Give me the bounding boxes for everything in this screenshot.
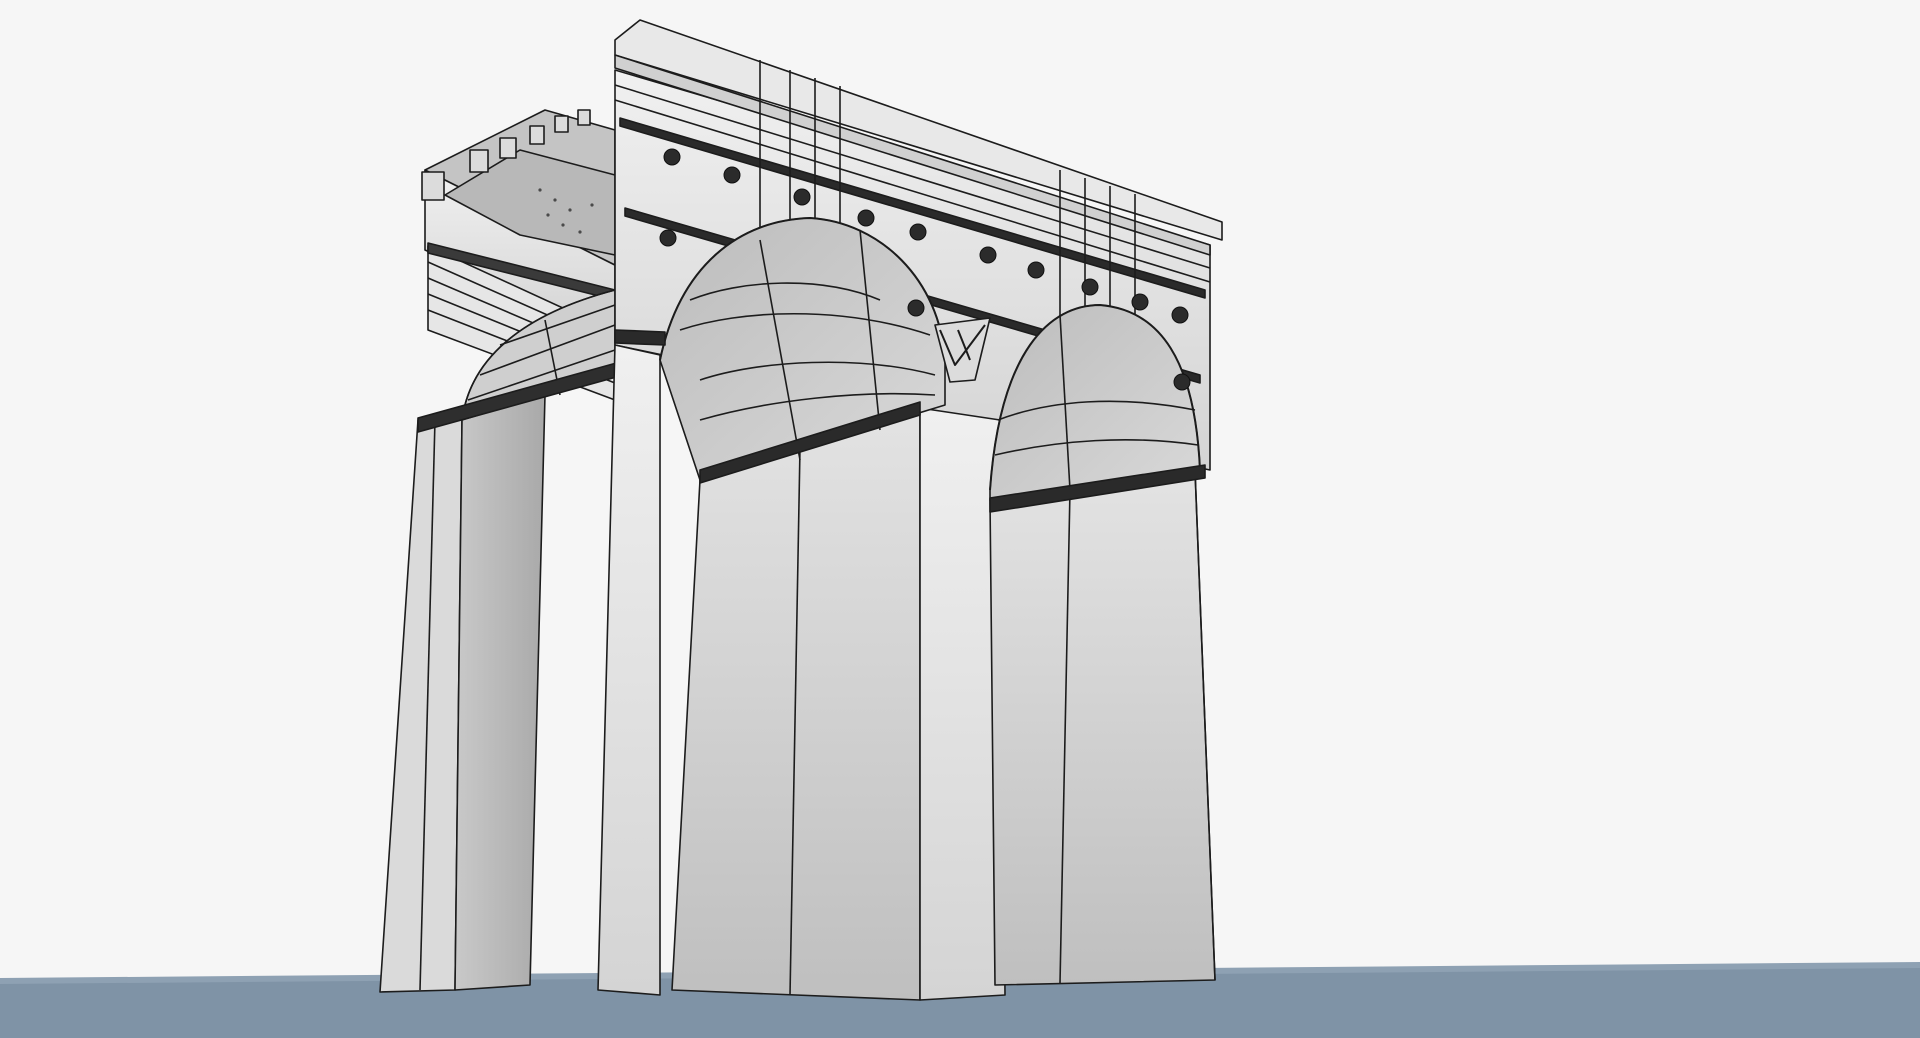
front-facade [597, 19, 1223, 1001]
3d-viewport[interactable] [0, 0, 1920, 1038]
left-side-wing [379, 109, 621, 993]
arch-model-render[interactable] [0, 0, 1920, 1038]
